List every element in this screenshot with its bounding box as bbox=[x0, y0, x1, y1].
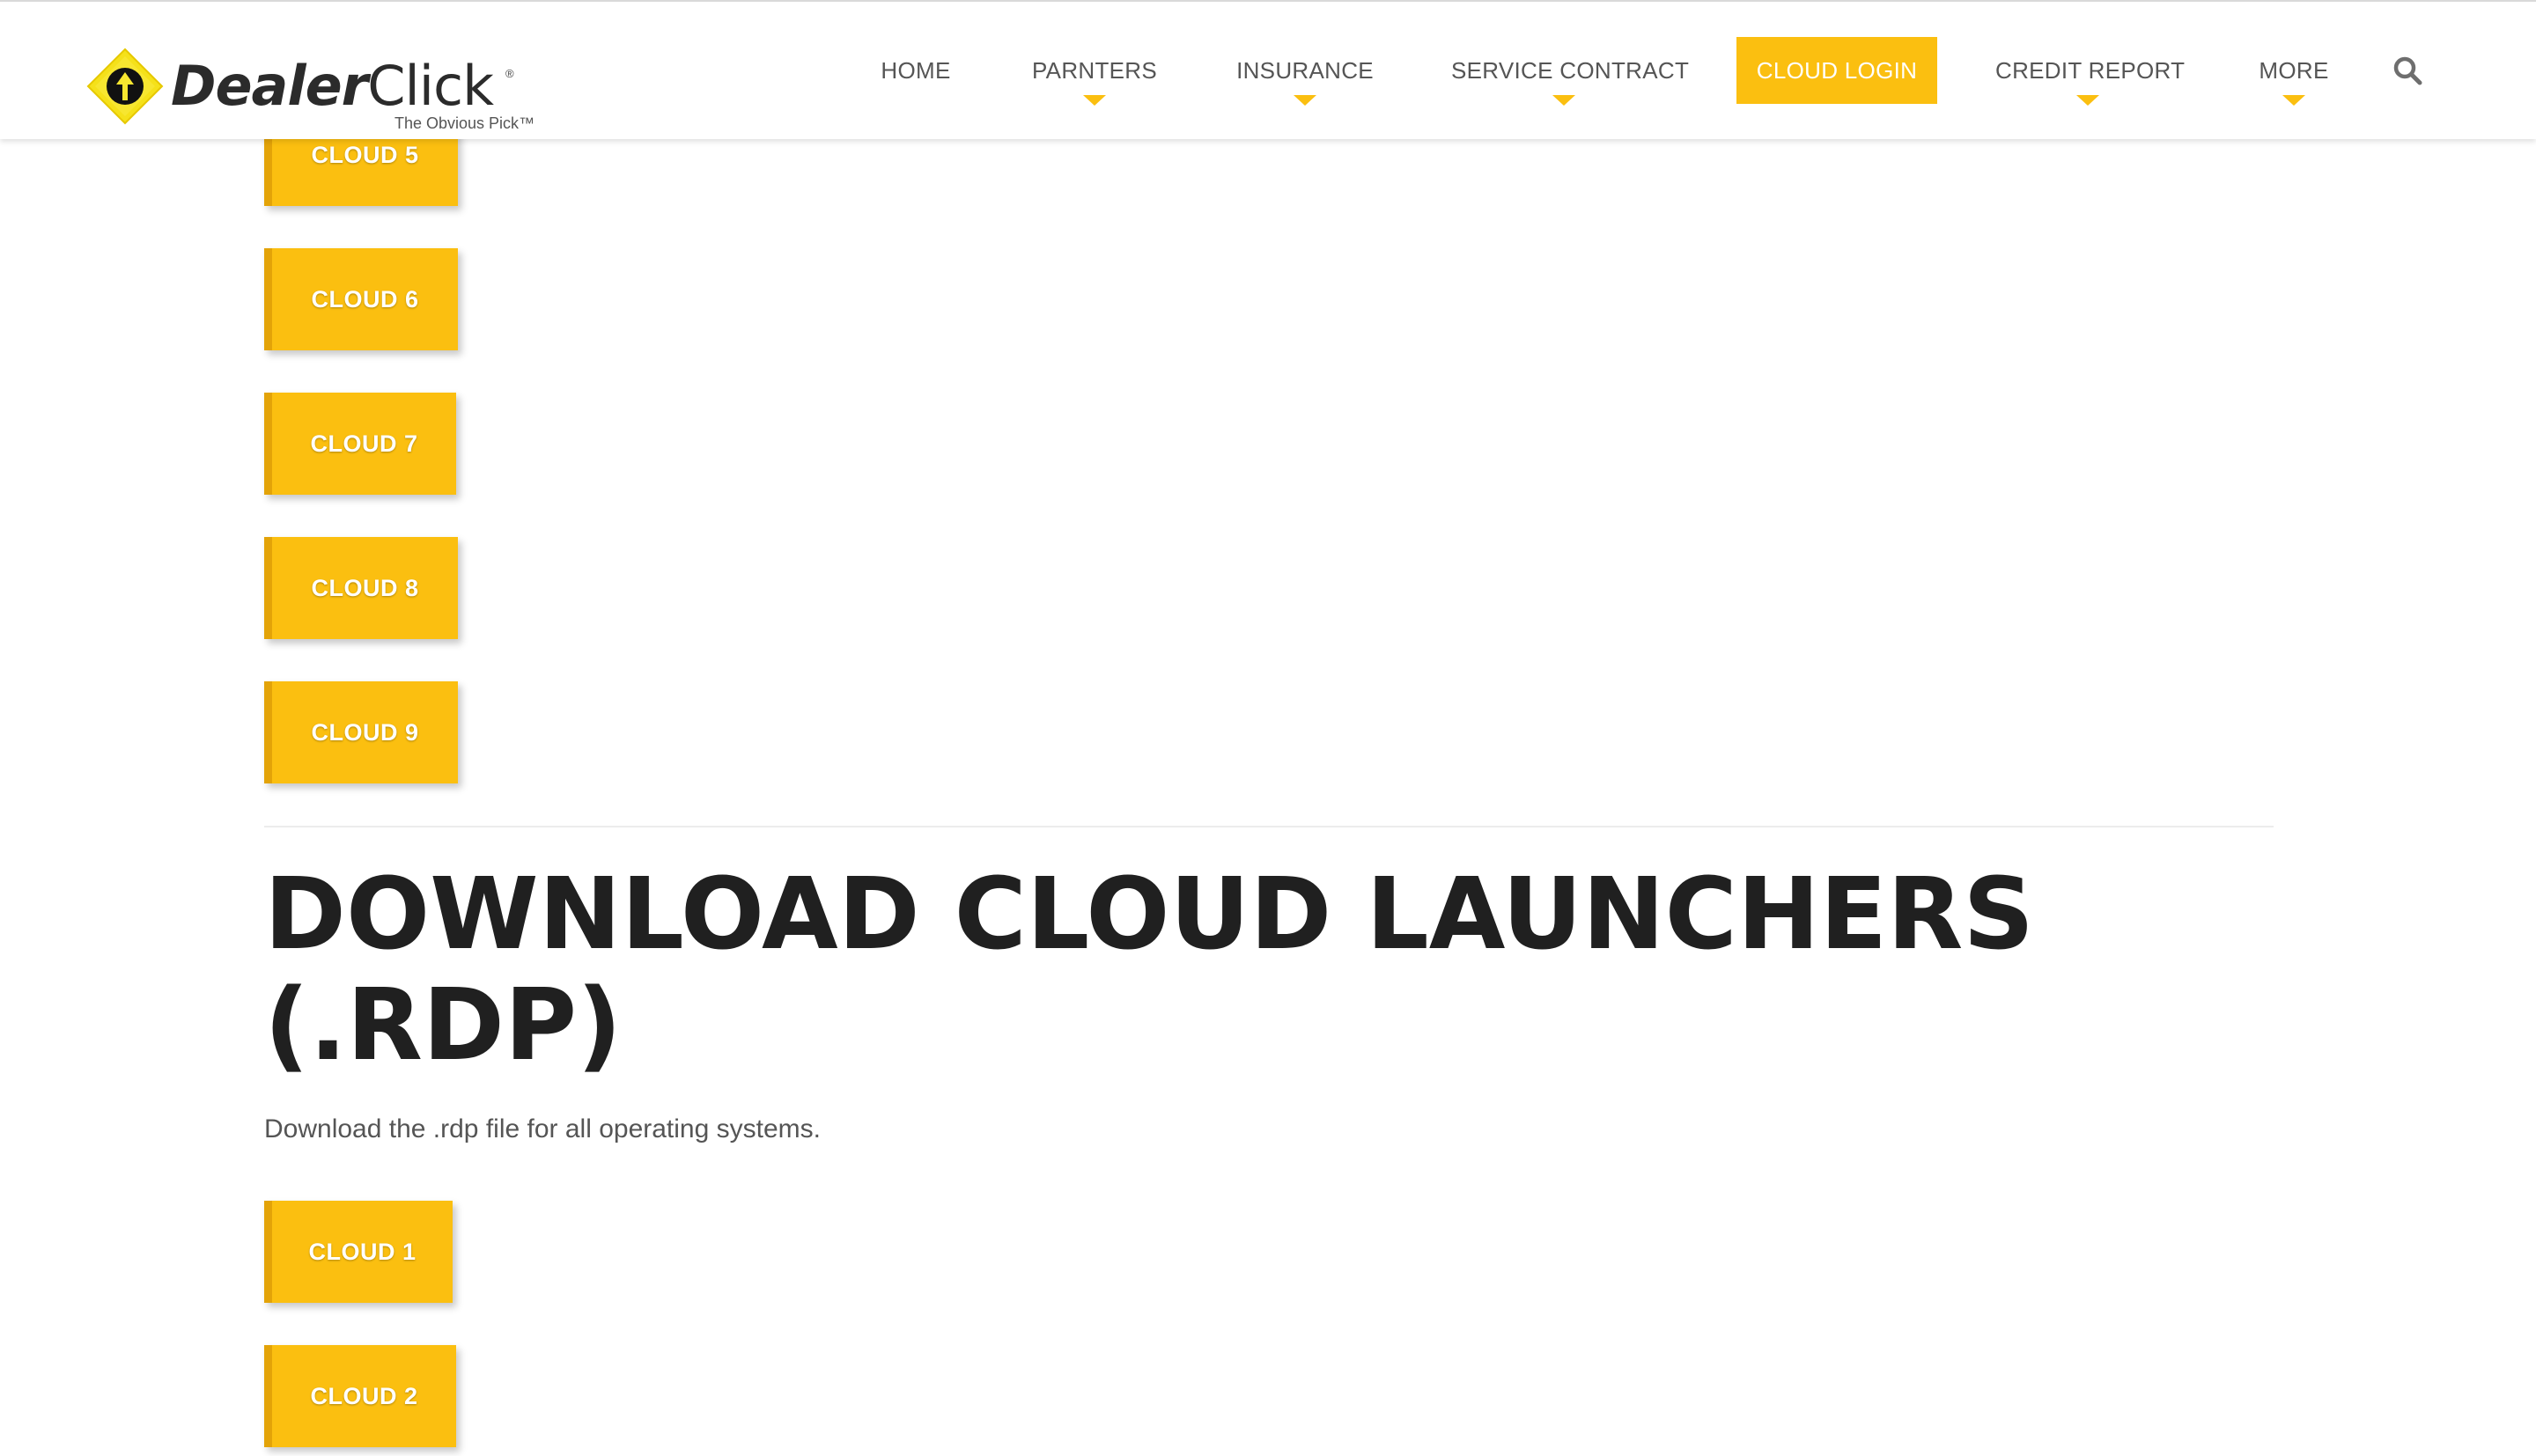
cloud-6-button[interactable]: CLOUD 6 bbox=[264, 248, 458, 350]
nav-more-label: MORE bbox=[2259, 57, 2329, 84]
chevron-down-icon bbox=[1552, 95, 1575, 106]
nav-credit-report[interactable]: CREDIT REPORT bbox=[1995, 37, 2185, 106]
nav-service-contract-label: SERVICE CONTRACT bbox=[1451, 57, 1690, 84]
nav-home-label: HOME bbox=[881, 57, 951, 84]
cloud-9-button[interactable]: CLOUD 9 bbox=[264, 681, 458, 783]
launchers-heading: DOWNLOAD CLOUD LAUNCHERS (.RDP) bbox=[264, 857, 2034, 1083]
cloud-8-button[interactable]: CLOUD 8 bbox=[264, 537, 458, 639]
chevron-down-icon bbox=[2076, 95, 2099, 106]
site-header: DealerClick ® The Obvious Pick™ HOME PAR… bbox=[0, 0, 2536, 139]
cloud-2-launcher-button[interactable]: CLOUD 2 bbox=[264, 1345, 456, 1447]
search-icon[interactable] bbox=[2392, 55, 2423, 86]
chevron-down-icon bbox=[1294, 95, 1316, 106]
nav-home[interactable]: HOME bbox=[863, 37, 969, 104]
nav-insurance-label: INSURANCE bbox=[1236, 57, 1374, 84]
chevron-down-icon bbox=[2282, 95, 2305, 106]
launchers-description: Download the .rdp file for all operating… bbox=[264, 1114, 821, 1143]
nav-partners-label: PARNTERS bbox=[1031, 57, 1158, 84]
chevron-down-icon bbox=[1083, 95, 1106, 106]
nav-insurance[interactable]: INSURANCE bbox=[1233, 37, 1377, 106]
main-nav: HOME PARNTERS INSURANCE SERVICE CONTRACT… bbox=[0, 2, 2536, 139]
nav-service-contract[interactable]: SERVICE CONTRACT bbox=[1451, 37, 1689, 106]
nav-cloud-login[interactable]: CLOUD LOGIN bbox=[1736, 37, 1937, 104]
nav-credit-report-label: CREDIT REPORT bbox=[1995, 57, 2186, 84]
cloud-7-button[interactable]: CLOUD 7 bbox=[264, 393, 456, 495]
nav-partners[interactable]: PARNTERS bbox=[1028, 37, 1161, 106]
nav-cloud-login-label: CLOUD LOGIN bbox=[1756, 57, 1918, 84]
section-divider bbox=[264, 826, 2274, 827]
nav-more[interactable]: MORE bbox=[2252, 37, 2335, 106]
cloud-1-launcher-button[interactable]: CLOUD 1 bbox=[264, 1201, 453, 1303]
